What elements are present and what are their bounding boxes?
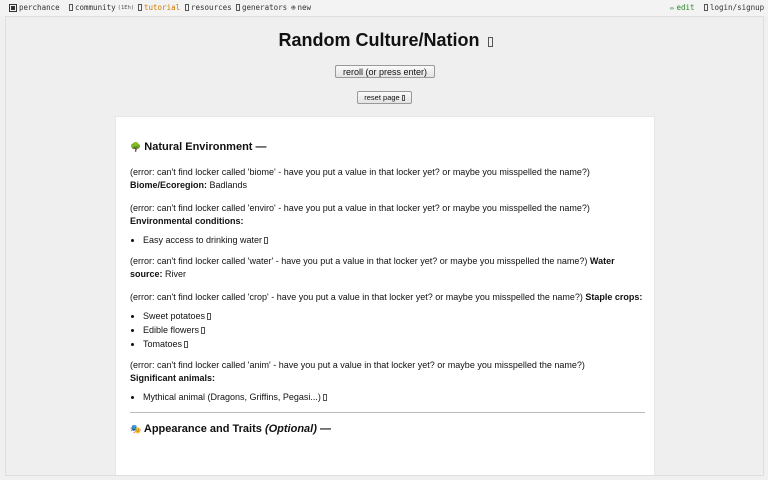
water-paragraph: (error: can't find locker called 'water'…	[130, 255, 645, 281]
appearance-traits-heading: 🎭 Appearance and Traits (Optional) —	[130, 423, 645, 436]
enviro-label: Environmental conditions:	[130, 216, 244, 226]
reset-page-button[interactable]: reset page	[357, 91, 412, 104]
title-emoji-icon	[487, 37, 493, 47]
natural-environment-title: Natural Environment —	[144, 141, 267, 153]
output-content: 🌳 Natural Environment — (error: can't fi…	[130, 141, 645, 448]
resources-link[interactable]: resources	[183, 3, 232, 12]
masks-icon: 🎭	[130, 424, 142, 434]
generators-label: generators	[242, 3, 288, 12]
list-item: Mythical animal (Dragons, Griffins, Pega…	[143, 391, 645, 404]
enviro-error-text: (error: can't find locker called 'enviro…	[130, 203, 590, 213]
list-item: Sweet potatoes	[143, 310, 645, 323]
biome-paragraph: (error: can't find locker called 'biome'…	[130, 166, 645, 192]
generators-icon	[236, 4, 240, 11]
crop-label: Staple crops:	[585, 292, 643, 302]
enviro-paragraph: (error: can't find locker called 'enviro…	[130, 202, 645, 228]
appearance-optional-tag: (Optional)	[264, 423, 317, 435]
new-label: new	[297, 3, 312, 12]
community-count: (1Eh)	[117, 4, 135, 11]
item-emoji-icon	[207, 313, 212, 320]
anim-item-text: Mythical animal (Dragons, Griffins, Pega…	[143, 392, 321, 402]
anim-error-text: (error: can't find locker called 'anim' …	[130, 360, 585, 370]
list-item: Easy access to drinking water	[143, 234, 645, 247]
anim-paragraph: (error: can't find locker called 'anim' …	[130, 359, 645, 385]
login-label: login/signup	[710, 3, 765, 12]
community-icon	[69, 4, 73, 11]
generators-link[interactable]: generators	[234, 3, 287, 12]
enviro-list: Easy access to drinking water	[143, 234, 645, 247]
item-emoji-icon	[201, 327, 206, 334]
reset-page-label: reset page	[364, 93, 400, 102]
reroll-button[interactable]: reroll (or press enter)	[335, 65, 435, 78]
edit-link[interactable]: ✏ edit	[670, 3, 695, 12]
pencil-icon: ✏	[670, 3, 675, 12]
list-item: Tomatoes	[143, 338, 645, 351]
output-card: 🌳 Natural Environment — (error: can't fi…	[115, 116, 655, 475]
page-title-text: Random Culture/Nation	[278, 30, 480, 50]
appearance-title: Appearance and Traits	[143, 423, 262, 435]
plus-icon: ⊕	[291, 3, 296, 12]
anim-list: Mythical animal (Dragons, Griffins, Pega…	[143, 391, 645, 404]
crop-error-text: (error: can't find locker called 'crop' …	[130, 292, 583, 302]
page-title: Random Culture/Nation	[6, 30, 763, 51]
section-divider	[130, 412, 645, 413]
perchance-logo-icon	[9, 3, 17, 12]
login-signup-link[interactable]: login/signup	[702, 3, 764, 12]
crop-list: Sweet potatoes Edible flowers Tomatoes	[143, 310, 645, 351]
item-emoji-icon	[264, 237, 269, 244]
edit-label: edit	[676, 3, 695, 12]
reset-icon	[401, 94, 405, 101]
crop-paragraph: (error: can't find locker called 'crop' …	[130, 291, 645, 304]
water-value: River	[165, 269, 187, 279]
tutorial-icon	[138, 4, 142, 11]
item-emoji-icon	[322, 394, 327, 401]
tree-icon: 🌳	[130, 142, 142, 152]
biome-error-text: (error: can't find locker called 'biome'…	[130, 167, 590, 177]
biome-label: Biome/Ecoregion:	[130, 180, 208, 190]
appearance-dash: —	[319, 423, 331, 435]
site-name: perchance	[19, 3, 60, 12]
perchance-home-link[interactable]: perchance	[9, 3, 60, 12]
item-emoji-icon	[184, 341, 189, 348]
resources-icon	[185, 4, 189, 11]
login-icon	[704, 4, 708, 11]
generator-output-frame: Random Culture/Nation reroll (or press e…	[5, 16, 764, 476]
crop-item-text: Tomatoes	[143, 339, 183, 349]
tutorial-label: tutorial	[144, 3, 181, 12]
anim-label: Significant animals:	[130, 373, 216, 383]
natural-environment-heading: 🌳 Natural Environment —	[130, 141, 645, 154]
community-label: community	[75, 3, 116, 12]
enviro-item-text: Easy access to drinking water	[143, 235, 263, 245]
list-item: Edible flowers	[143, 324, 645, 337]
water-error-text: (error: can't find locker called 'water'…	[130, 256, 588, 266]
community-link[interactable]: community (1Eh)	[67, 3, 134, 12]
new-generator-link[interactable]: ⊕ new	[291, 3, 311, 12]
tutorial-link[interactable]: tutorial	[136, 3, 180, 12]
biome-value: Badlands	[209, 180, 248, 190]
crop-item-text: Edible flowers	[143, 325, 200, 335]
resources-label: resources	[191, 3, 232, 12]
crop-item-text: Sweet potatoes	[143, 311, 206, 321]
top-navigation-bar: perchance community (1Eh) tutorial resou…	[0, 0, 768, 16]
